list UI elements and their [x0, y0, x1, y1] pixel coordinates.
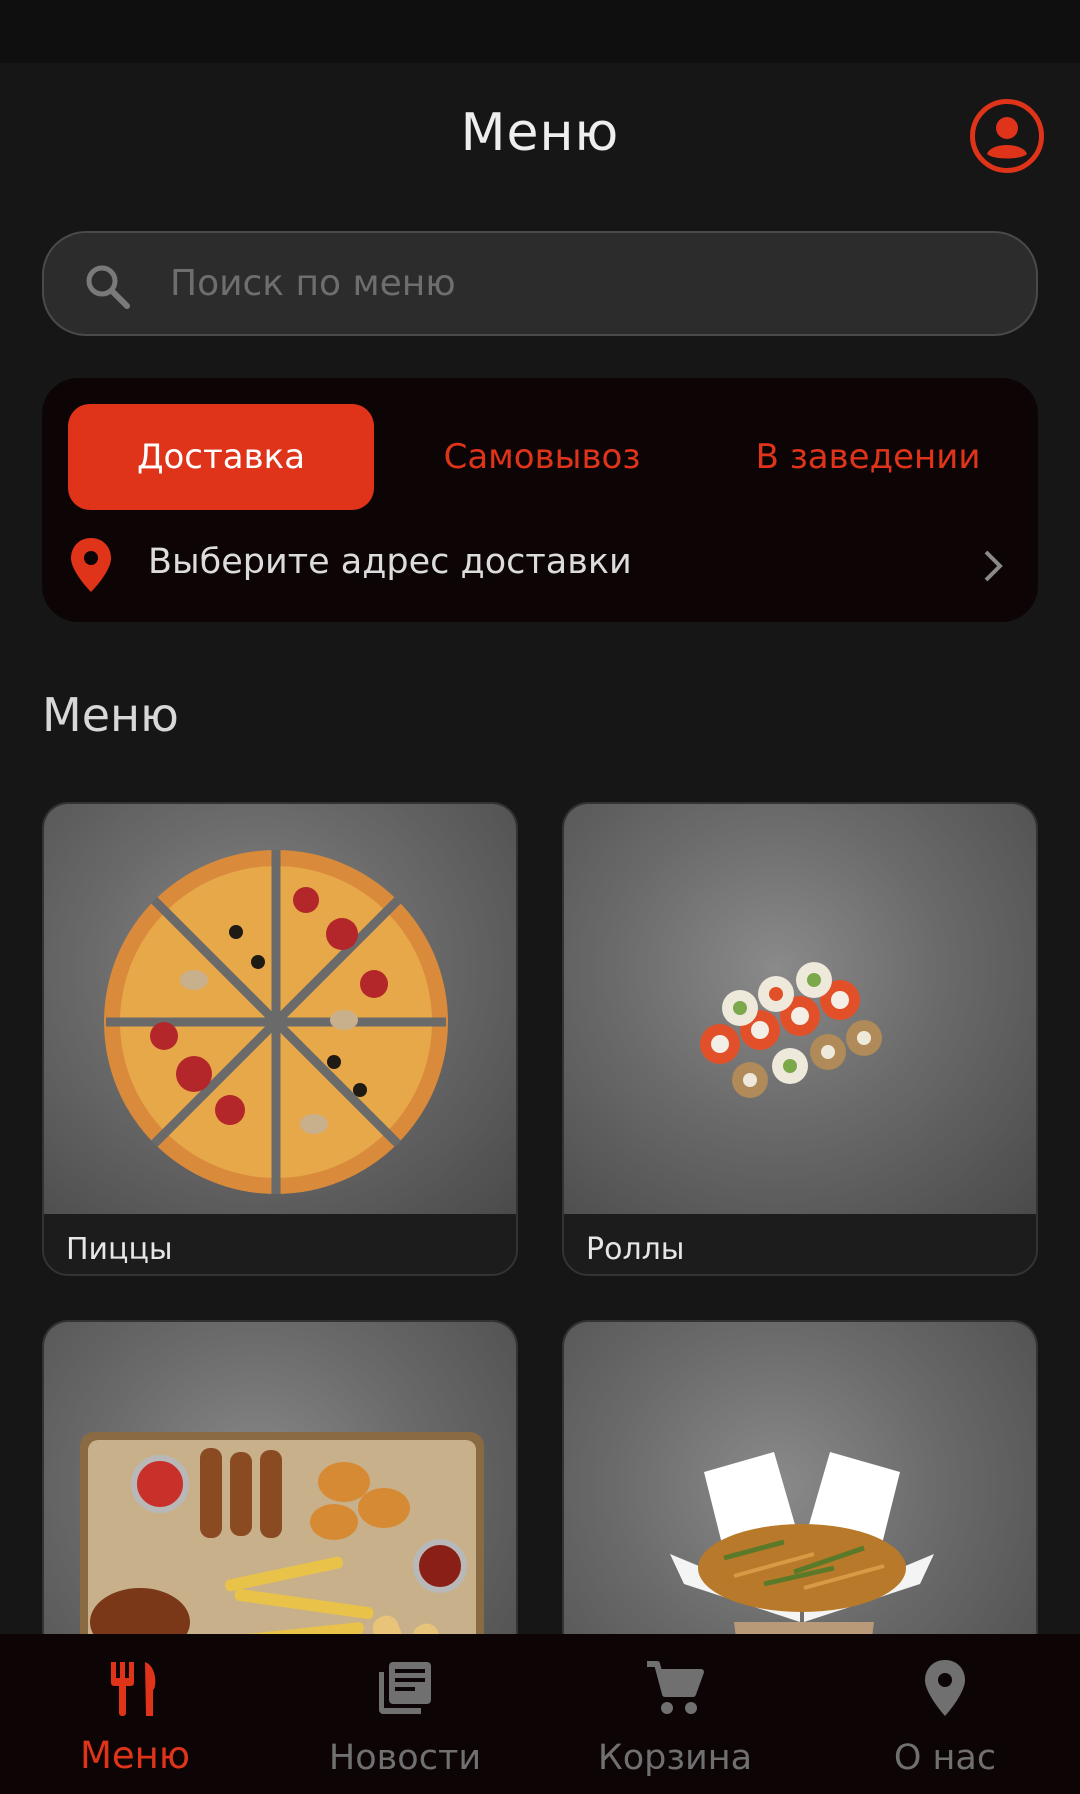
- category-label: Пиццы: [66, 1232, 173, 1267]
- chevron-right-icon: [984, 550, 1003, 582]
- search-icon: [86, 265, 130, 309]
- nav-item-cart[interactable]: Корзина: [540, 1634, 810, 1794]
- address-prompt: Выберите адрес доставки: [148, 542, 632, 582]
- account-circle-icon: [987, 117, 1027, 159]
- tab-dine-in[interactable]: В заведении: [722, 404, 1014, 510]
- tab-pickup[interactable]: Самовывоз: [420, 404, 664, 510]
- section-title: Меню: [42, 688, 179, 742]
- category-card-rolls[interactable]: Роллы: [562, 802, 1038, 1276]
- page-title: Меню: [460, 103, 620, 163]
- header: Меню: [0, 63, 1080, 213]
- status-bar: [0, 0, 1080, 63]
- location-pin-icon: [71, 538, 111, 592]
- order-type-card: Доставка Самовывоз В заведении Выберите …: [42, 378, 1038, 622]
- profile-button[interactable]: [970, 99, 1044, 173]
- nav-item-about[interactable]: О нас: [810, 1634, 1080, 1794]
- nav-label: О нас: [893, 1738, 997, 1778]
- nav-label: Меню: [79, 1734, 191, 1777]
- delivery-address-selector[interactable]: Выберите адрес доставки: [42, 528, 1038, 608]
- restaurant-icon: [111, 1662, 156, 1716]
- nav-item-news[interactable]: Новости: [270, 1634, 540, 1794]
- pizza-image: [44, 804, 516, 1214]
- tab-delivery[interactable]: Доставка: [68, 404, 374, 510]
- news-icon: [379, 1662, 431, 1714]
- search-input[interactable]: [170, 233, 1010, 334]
- category-card-pizza[interactable]: Пиццы: [42, 802, 518, 1276]
- cart-icon: [647, 1661, 704, 1714]
- location-pin-icon: [925, 1660, 965, 1716]
- bottom-nav: Меню Новости Корзина О нас: [0, 1634, 1080, 1794]
- search-bar[interactable]: [42, 231, 1038, 336]
- nav-item-menu[interactable]: Меню: [0, 1634, 270, 1794]
- nav-label: Новости: [328, 1738, 482, 1778]
- nav-label: Корзина: [597, 1738, 753, 1778]
- category-label: Роллы: [586, 1232, 685, 1267]
- sushi-rolls-image: [564, 804, 1036, 1214]
